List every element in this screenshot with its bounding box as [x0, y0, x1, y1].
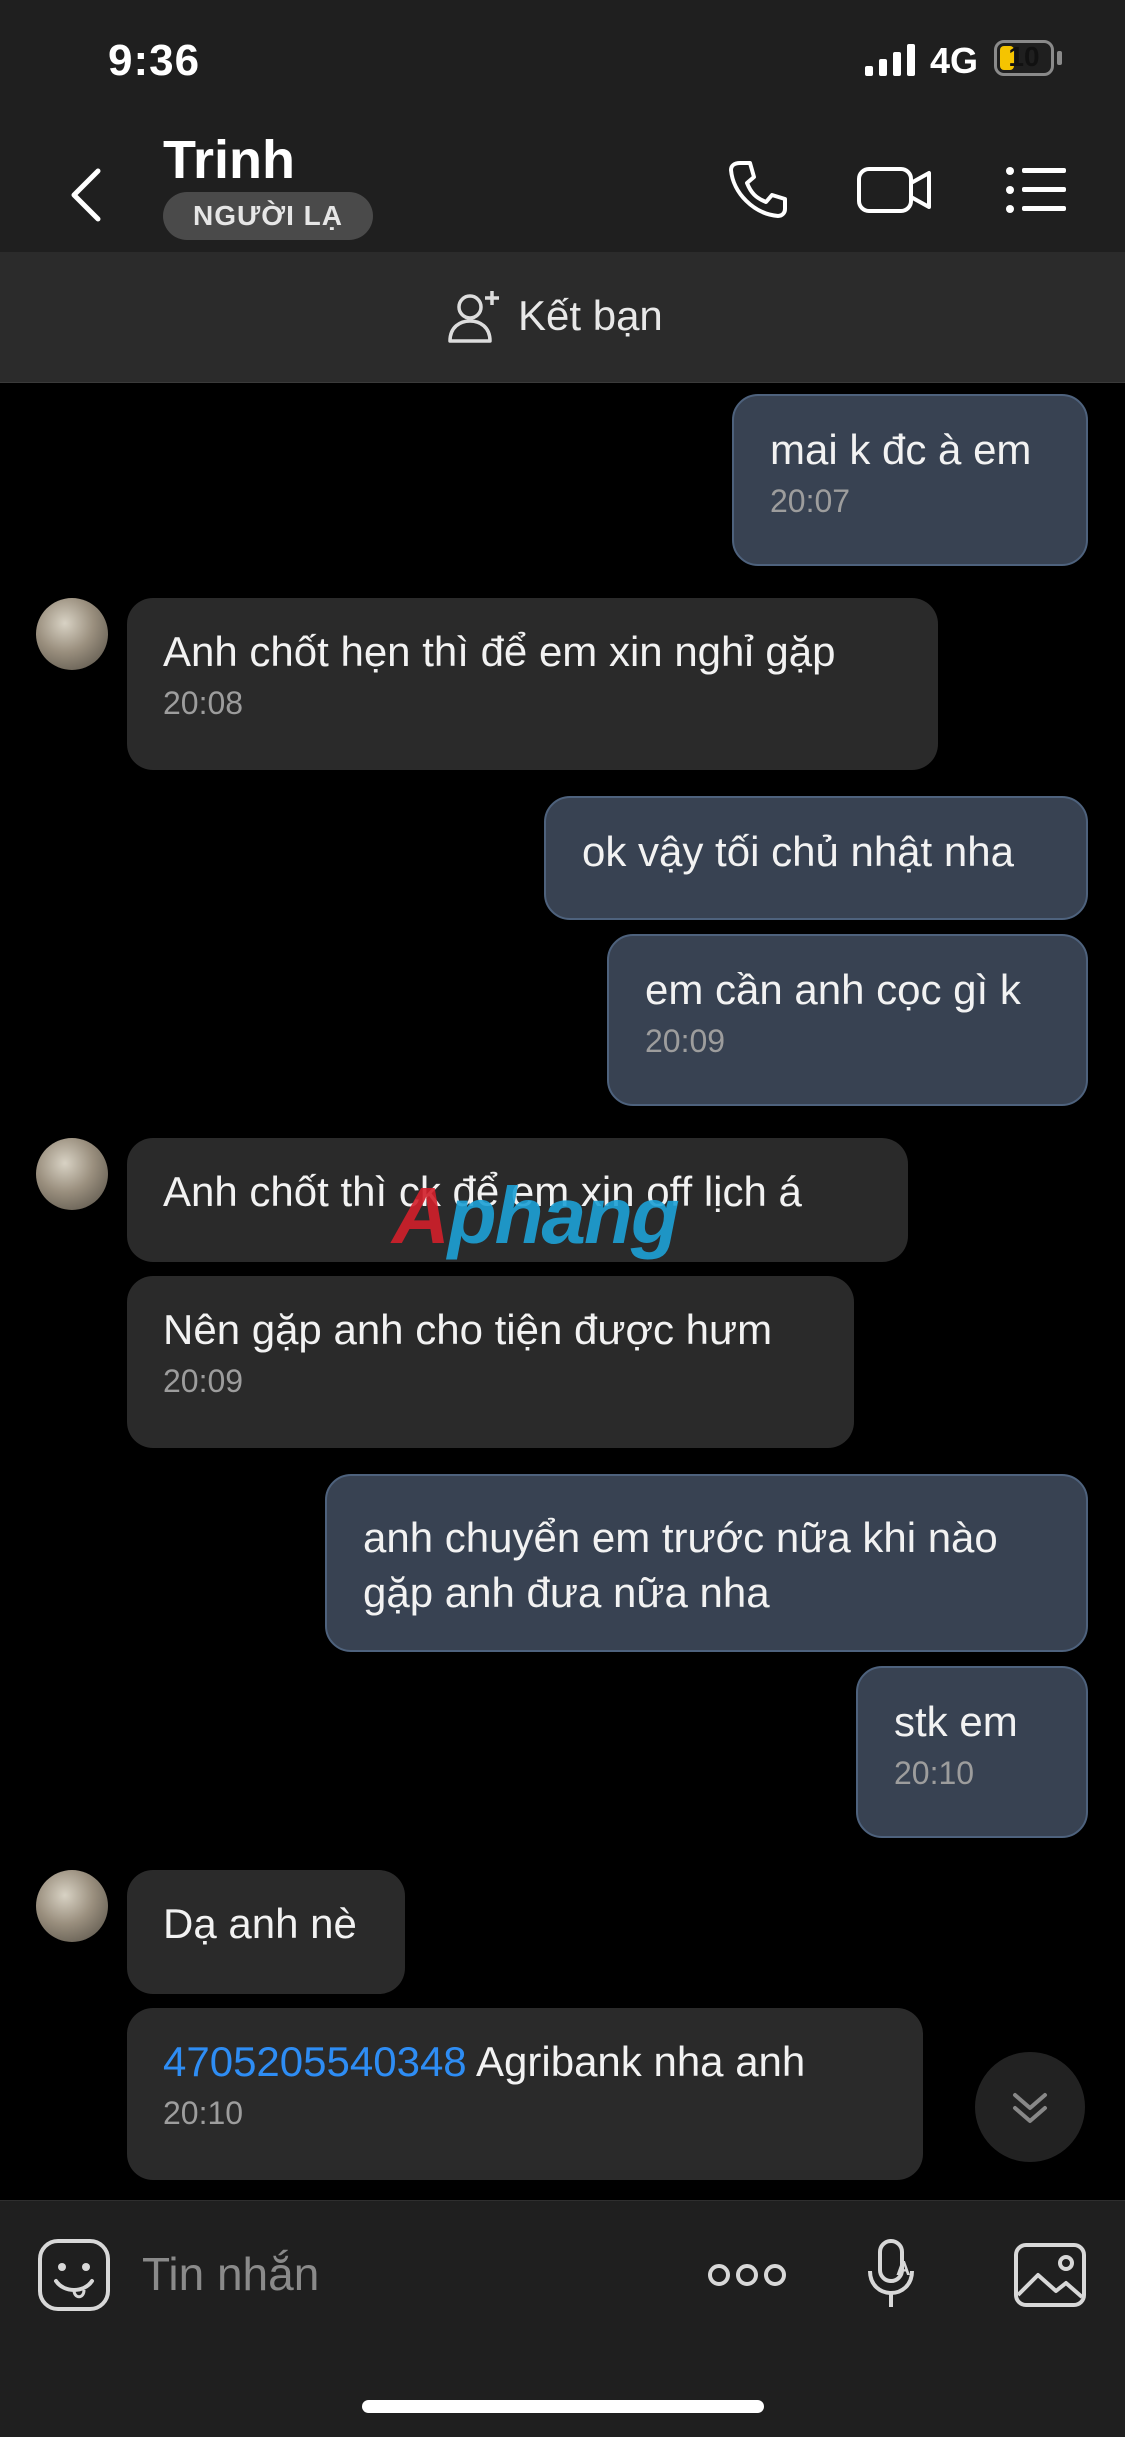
video-call-icon[interactable]	[855, 155, 935, 225]
message-text: stk em	[894, 1698, 1018, 1745]
message-bubble-incoming[interactable]: Nên gặp anh cho tiện được hưm 20:09	[127, 1276, 854, 1448]
message-text: Dạ anh nè	[163, 1900, 357, 1947]
more-icon[interactable]	[705, 2235, 789, 2315]
battery-icon: 10	[994, 40, 1054, 76]
contact-name[interactable]: Trinh	[163, 129, 295, 191]
message-bubble-incoming[interactable]: Dạ anh nè	[127, 1870, 405, 1994]
account-number-link[interactable]: 4705205540348	[163, 2038, 467, 2085]
status-bar: 9:36 4G 10	[0, 0, 1125, 125]
message-bubble-incoming[interactable]: Anh chốt hẹn thì để em xin nghỉ gặp 20:0…	[127, 598, 938, 770]
message-text: anh chuyển em trước nữa khi nào gặp anh …	[363, 1514, 998, 1616]
add-friend-bar[interactable]: Kết bạn	[0, 252, 1125, 383]
chevron-down-icon	[1013, 2093, 1047, 2123]
back-icon[interactable]	[62, 165, 112, 225]
status-time: 9:36	[108, 36, 201, 85]
svg-text:A: A	[896, 2258, 910, 2280]
add-friend-label: Kết bạn	[518, 292, 663, 339]
message-text: Anh chốt hẹn thì để em xin nghỉ gặp	[163, 628, 836, 675]
home-indicator	[362, 2400, 764, 2413]
message-time: 20:07	[770, 483, 851, 519]
image-icon[interactable]	[1010, 2235, 1090, 2315]
message-time: 20:09	[645, 1023, 726, 1059]
message-bubble-outgoing[interactable]: anh chuyển em trước nữa khi nào gặp anh …	[325, 1474, 1088, 1652]
menu-icon[interactable]	[1000, 155, 1070, 225]
phone-icon[interactable]	[722, 155, 792, 225]
signal-icon	[865, 44, 915, 76]
stranger-badge: NGƯỜI LẠ	[163, 192, 373, 240]
message-text: 4705205540348 Agribank nha anh	[163, 2034, 887, 2089]
message-time: 20:08	[163, 685, 244, 721]
message-text: Nên gặp anh cho tiện được hưm	[163, 1306, 773, 1353]
message-time: 20:10	[163, 2095, 244, 2131]
message-input[interactable]: Tin nhắn	[142, 2247, 319, 2301]
message-bubble-outgoing[interactable]: em cần anh cọc gì k 20:09	[607, 934, 1088, 1106]
battery-level: 10	[1008, 41, 1040, 72]
scroll-to-bottom-button[interactable]	[975, 2052, 1085, 2162]
contact-avatar[interactable]	[36, 1870, 108, 1942]
message-text: mai k đc à em	[770, 426, 1032, 473]
message-time: 20:09	[163, 1363, 244, 1399]
message-text-rest: Agribank nha anh	[466, 2038, 806, 2085]
message-time: 20:10	[894, 1755, 975, 1791]
add-friend-icon	[448, 291, 499, 343]
watermark-logo: Aphang	[392, 1171, 680, 1260]
sticker-icon[interactable]	[34, 2235, 114, 2315]
message-text: ok vậy tối chủ nhật nha	[582, 828, 1014, 875]
message-bubble-outgoing[interactable]: ok vậy tối chủ nhật nha	[544, 796, 1088, 920]
voice-icon[interactable]: A	[852, 2235, 932, 2315]
message-bubble-incoming[interactable]: 4705205540348 Agribank nha anh 20:10	[127, 2008, 923, 2180]
contact-avatar[interactable]	[36, 598, 108, 670]
message-bubble-outgoing[interactable]: mai k đc à em 20:07	[732, 394, 1088, 566]
chat-header: Trinh NGƯỜI LẠ	[0, 125, 1125, 252]
contact-avatar[interactable]	[36, 1138, 108, 1210]
message-text: em cần anh cọc gì k	[645, 966, 1021, 1013]
message-bubble-outgoing[interactable]: stk em 20:10	[856, 1666, 1088, 1838]
network-type: 4G	[930, 40, 979, 81]
